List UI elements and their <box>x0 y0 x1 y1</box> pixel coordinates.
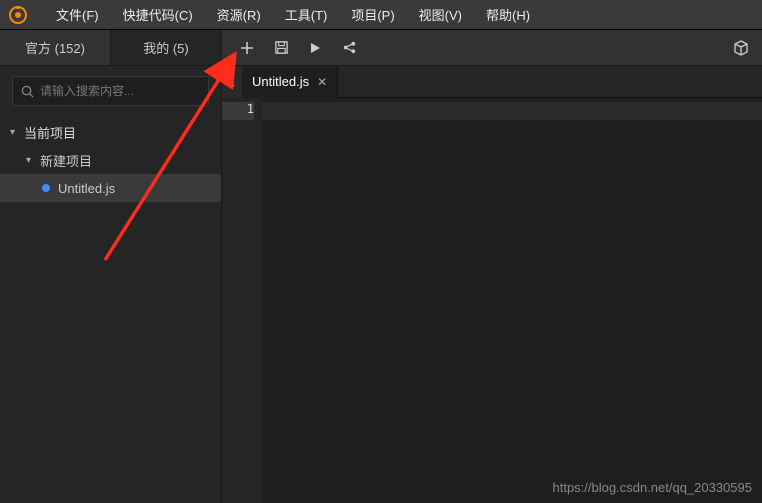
search-input[interactable] <box>40 84 200 98</box>
search-icon <box>21 85 34 98</box>
editor-tab[interactable]: Untitled.js ✕ <box>242 66 338 98</box>
tree-root[interactable]: ▾ 当前项目 <box>0 118 221 146</box>
share-button[interactable] <box>334 33 364 63</box>
tree-project-label: 新建项目 <box>40 151 92 170</box>
file-status-dot-icon <box>42 184 50 192</box>
tab-scroll-left-button[interactable] <box>222 66 242 98</box>
tree-project[interactable]: ▾ 新建项目 <box>0 146 221 174</box>
tree-file[interactable]: Untitled.js <box>0 174 221 202</box>
cube-button[interactable] <box>726 33 756 63</box>
editor-tab-label: Untitled.js <box>252 74 309 89</box>
chevron-down-icon: ▾ <box>10 127 24 138</box>
sidebar: ▾ 当前项目 ▾ 新建项目 Untitled.js <box>0 66 222 503</box>
tab-close-button[interactable]: ✕ <box>317 75 327 89</box>
toolbar: 官方 (152) 我的 (5) <box>0 30 762 66</box>
tree-root-label: 当前项目 <box>24 123 76 142</box>
line-gutter: 1 <box>222 98 262 503</box>
menu-tool[interactable]: 工具(T) <box>273 5 340 24</box>
menubar: 文件(F) 快捷代码(C) 资源(R) 工具(T) 项目(P) 视图(V) 帮助… <box>0 0 762 30</box>
run-button[interactable] <box>300 33 330 63</box>
menu-project[interactable]: 项目(P) <box>339 5 406 24</box>
chevron-down-icon: ▾ <box>26 155 40 166</box>
editor: Untitled.js ✕ 1 <box>222 66 762 503</box>
editor-tabbar: Untitled.js ✕ <box>222 66 762 98</box>
new-file-button[interactable] <box>232 33 262 63</box>
code-area[interactable] <box>262 98 762 503</box>
menu-help[interactable]: 帮助(H) <box>474 5 542 24</box>
app-logo-icon <box>8 5 28 25</box>
sidebar-tab-mine[interactable]: 我的 (5) <box>111 30 222 65</box>
search-box[interactable] <box>12 76 209 106</box>
save-button[interactable] <box>266 33 296 63</box>
menu-file[interactable]: 文件(F) <box>44 5 111 24</box>
editor-body[interactable]: 1 <box>222 98 762 503</box>
line-number: 1 <box>222 102 254 120</box>
menu-resource[interactable]: 资源(R) <box>205 5 273 24</box>
active-line <box>262 102 762 120</box>
menu-view[interactable]: 视图(V) <box>407 5 474 24</box>
tree-file-label: Untitled.js <box>58 181 115 196</box>
menu-snippet[interactable]: 快捷代码(C) <box>111 5 205 24</box>
watermark-text: https://blog.csdn.net/qq_20330595 <box>553 480 753 495</box>
sidebar-tab-official[interactable]: 官方 (152) <box>0 30 111 65</box>
